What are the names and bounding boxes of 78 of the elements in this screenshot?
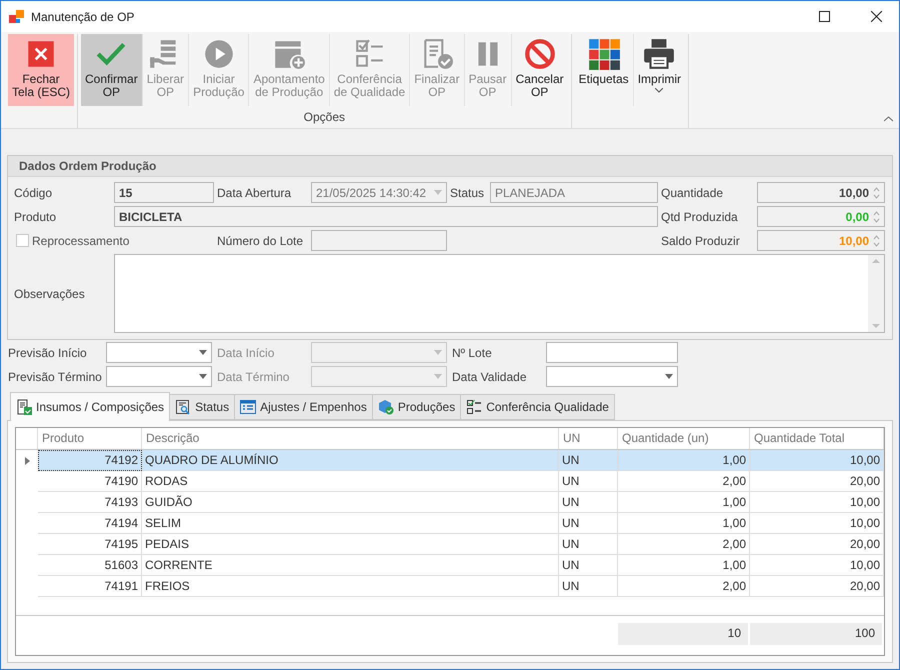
table-row[interactable]: 74192 QUADRO DE ALUMÍNIO UN 1,00 10,00 [16, 450, 884, 471]
toolbar-button[interactable]: Etiquetas [574, 34, 634, 106]
box-check-icon [378, 399, 394, 415]
spin-arrows-icon[interactable] [873, 186, 880, 200]
field-label: Data Validade [452, 370, 528, 384]
tab[interactable]: Conferência Qualidade [460, 394, 615, 420]
table-cell: 74191 [38, 576, 142, 597]
spin-arrows-icon[interactable] [873, 210, 880, 224]
table-cell: 2,00 [618, 576, 750, 597]
checkbox[interactable] [16, 234, 29, 247]
field-label: Quantidade [661, 186, 724, 200]
tab[interactable]: Status [169, 394, 236, 420]
column-header[interactable]: Produto [38, 428, 142, 449]
field-label: Status [450, 186, 486, 200]
column-header[interactable]: Quantidade (un) [618, 428, 750, 449]
dropdown-arrow-icon[interactable] [665, 374, 673, 379]
scroll-down-icon[interactable] [872, 324, 880, 329]
column-header[interactable]: Quantidade Total [750, 428, 884, 449]
app-logo-icon [9, 8, 25, 24]
field-label: Data Início [217, 346, 276, 360]
window-title: Manutenção de OP [31, 10, 136, 24]
field-label: Código [14, 186, 54, 200]
date-field[interactable] [546, 366, 678, 387]
field-label: Observações [14, 286, 86, 300]
product-field[interactable]: BICICLETA [114, 206, 658, 227]
row-indicator-icon [24, 456, 30, 464]
collapse-ribbon-icon[interactable] [884, 116, 893, 122]
scroll-up-icon[interactable] [872, 258, 880, 263]
field-label: Data Abertura [217, 186, 292, 200]
code-field[interactable]: 15 [114, 182, 214, 203]
notes-field[interactable] [114, 254, 885, 333]
dropdown-arrow-icon[interactable] [199, 374, 207, 379]
document-check-icon [16, 399, 32, 415]
total-cell: 100 [750, 623, 882, 645]
close-icon [870, 11, 882, 22]
spin-arrows-icon[interactable] [873, 234, 880, 248]
color-grid-icon [586, 37, 621, 71]
date-field[interactable] [106, 342, 212, 363]
dropdown-arrow-icon[interactable] [199, 350, 207, 355]
column-header[interactable]: Descrição [142, 428, 559, 449]
document-search-icon [175, 399, 192, 415]
prohibited-icon [522, 37, 557, 71]
toolbar-button[interactable]: Fechar Tela (ESC) [8, 34, 74, 106]
field-label: Saldo Produzir [661, 234, 741, 248]
toolbar-button[interactable]: Imprimir [634, 34, 686, 106]
field-label: Número do Lote [217, 234, 304, 248]
date-field[interactable] [106, 366, 212, 387]
printer-icon [642, 37, 676, 71]
date-field[interactable] [311, 342, 447, 363]
lot-field[interactable] [546, 342, 678, 363]
table-cell: UN [559, 576, 618, 597]
list-icon [240, 399, 256, 415]
scrollbar[interactable] [868, 255, 884, 332]
lot-number-field[interactable] [311, 230, 447, 251]
total-cell: 10 [618, 623, 748, 645]
field-label: Previsão Término [8, 370, 103, 384]
group-label: Opções [302, 110, 346, 124]
maximize-icon [818, 11, 830, 22]
date-field[interactable]: 21/05/2025 14:30:42 [311, 182, 447, 203]
field-label: Previsão Início [8, 346, 88, 360]
toolbar-button[interactable]: Cancelar OP [512, 34, 568, 106]
date-field[interactable] [311, 366, 447, 387]
tab[interactable]: Ajustes / Empenhos [234, 394, 373, 420]
field-label: Data Término [217, 370, 290, 384]
status-field[interactable]: PLANEJADA [490, 182, 658, 203]
tab[interactable]: Produções [372, 394, 462, 420]
quantity-field[interactable]: 10,00 [757, 182, 885, 203]
table-cell: 20,00 [750, 576, 884, 597]
table-cell: FREIOS [142, 576, 559, 597]
toolbar-button[interactable]: Confirmar OP [81, 34, 143, 106]
field-label: Produto [14, 210, 58, 224]
field-label: Qtd Produzida [661, 210, 739, 224]
field-label: Nº Lote [452, 346, 493, 360]
tab[interactable]: Insumos / Composições [10, 392, 170, 421]
panel-title: Dados Ordem Produção [8, 156, 892, 177]
column-header[interactable]: UN [559, 428, 618, 449]
checklist-icon [466, 399, 482, 415]
checkbox-label: Reprocessamento [32, 234, 130, 248]
